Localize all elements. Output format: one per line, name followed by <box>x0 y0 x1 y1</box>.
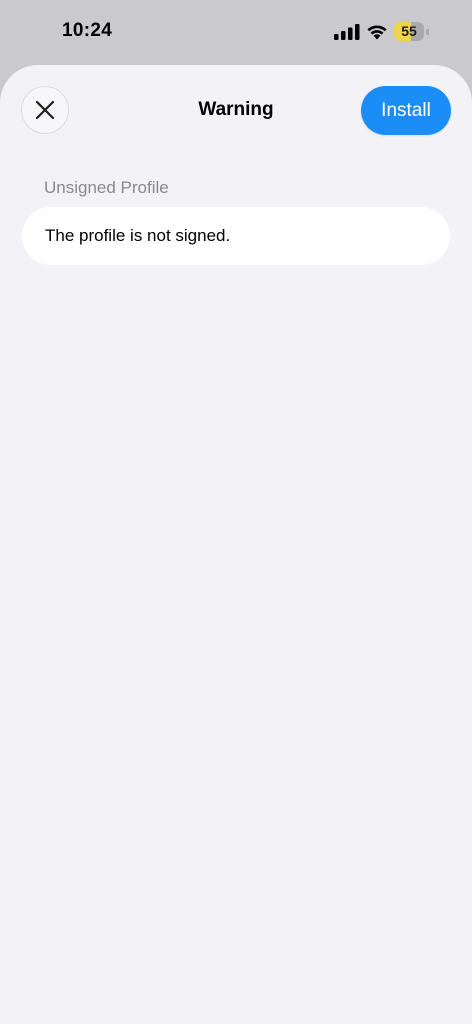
close-icon <box>35 100 55 120</box>
signal-icon <box>334 24 360 40</box>
warning-sheet: Warning Install Unsigned Profile The pro… <box>0 65 472 1024</box>
sheet-title: Warning <box>198 99 274 120</box>
section-card: The profile is not signed. <box>22 207 450 265</box>
battery-cap <box>426 29 429 35</box>
warning-message: The profile is not signed. <box>45 226 231 245</box>
screen: 10:24 55 Warning Install Unsigned Profil… <box>0 0 472 1024</box>
section-header: Unsigned Profile <box>44 178 169 197</box>
install-button[interactable]: Install <box>361 86 451 135</box>
status-time: 10:24 <box>62 20 113 41</box>
battery-icon: 55 <box>394 22 430 42</box>
wifi-icon <box>367 25 387 40</box>
close-button[interactable] <box>21 86 69 134</box>
battery-level: 55 <box>401 23 417 39</box>
status-bar: 10:24 55 <box>0 0 472 64</box>
